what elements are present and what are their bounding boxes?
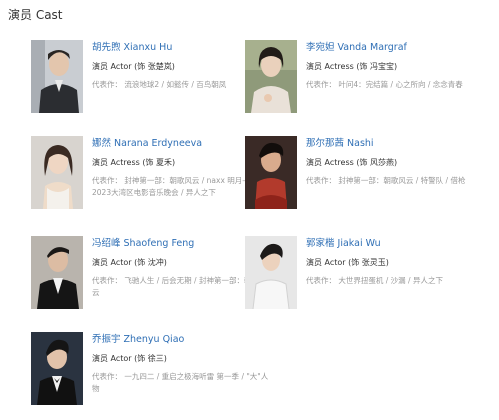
cast-info: 那尔那茜 Nashi 演员 Actress (饰 风莎燕) 代表作： 封神第一部… xyxy=(306,138,484,187)
cast-role: 演员 Actor (饰 沈冲) xyxy=(92,258,167,267)
cast-info: 郭家楷 Jiakai Wu 演员 Actor (饰 张灵玉) 代表作： 大世界扭… xyxy=(306,238,484,287)
cast-name-link[interactable]: 李宛妲 Vanda Margraf xyxy=(306,42,484,54)
cast-name-link[interactable]: 那尔那茜 Nashi xyxy=(306,138,484,150)
cast-photo[interactable] xyxy=(31,40,83,113)
cast-photo[interactable] xyxy=(245,236,297,309)
cast-card: 胡先煦 Xianxu Hu 演员 Actor (饰 张楚岚) 代表作： 流浪地球… xyxy=(31,40,271,120)
cast-photo[interactable] xyxy=(31,136,83,209)
cast-role: 演员 Actor (饰 徐三) xyxy=(92,354,167,363)
cast-photo[interactable] xyxy=(245,136,297,209)
cast-role: 演员 Actor (饰 张楚岚) xyxy=(92,62,175,71)
cast-name-link[interactable]: 胡先煦 Xianxu Hu xyxy=(92,42,270,54)
cast-works: 代表作： 一九四二 / 重启之极海听雷 第一季 / "大"人物 xyxy=(92,372,269,393)
cast-info: 娜然 Narana Erdyneeva 演员 Actress (饰 夏禾) 代表… xyxy=(92,138,270,199)
cast-role: 演员 Actress (饰 冯宝宝) xyxy=(306,62,398,71)
cast-name-link[interactable]: 冯绍峰 Shaofeng Feng xyxy=(92,238,270,250)
cast-name-link[interactable]: 乔振宇 Zhenyu Qiao xyxy=(92,334,270,346)
cast-page: 演员 Cast 胡先煦 Xianxu Hu 演员 Actor (饰 张楚岚) 代… xyxy=(0,0,499,420)
cast-role: 演员 Actress (饰 夏禾) xyxy=(92,158,176,167)
cast-works: 代表作： 飞驰人生 / 后会无期 / 封神第一部：朝歌风云 xyxy=(92,276,267,297)
cast-card: 李宛妲 Vanda Margraf 演员 Actress (饰 冯宝宝) 代表作… xyxy=(245,40,485,120)
cast-name-link[interactable]: 郭家楷 Jiakai Wu xyxy=(306,238,484,250)
cast-role: 演员 Actress (饰 风莎燕) xyxy=(306,158,398,167)
cast-info: 胡先煦 Xianxu Hu 演员 Actor (饰 张楚岚) 代表作： 流浪地球… xyxy=(92,42,270,91)
cast-card: 乔振宇 Zhenyu Qiao 演员 Actor (饰 徐三) 代表作： 一九四… xyxy=(31,332,271,412)
cast-info: 李宛妲 Vanda Margraf 演员 Actress (饰 冯宝宝) 代表作… xyxy=(306,42,484,91)
cast-works: 代表作： 大世界扭蛋机 / 沙漏 / 异人之下 xyxy=(306,276,443,285)
cast-info: 乔振宇 Zhenyu Qiao 演员 Actor (饰 徐三) 代表作： 一九四… xyxy=(92,334,270,395)
cast-works: 代表作： 叶问4：完结篇 / 心之所向 / 念念青春 xyxy=(306,80,463,89)
cast-works: 代表作： 封神第一部：朝歌风云 / 特警队 / 借枪 xyxy=(306,176,466,185)
cast-name-link[interactable]: 娜然 Narana Erdyneeva xyxy=(92,138,270,150)
cast-info: 冯绍峰 Shaofeng Feng 演员 Actor (饰 沈冲) 代表作： 飞… xyxy=(92,238,270,299)
cast-photo[interactable] xyxy=(31,332,83,405)
cast-works: 代表作： 流浪地球2 / 如懿传 / 百鸟朝凤 xyxy=(92,80,227,89)
section-title: 演员 Cast xyxy=(8,8,63,22)
cast-works: 代表作： 封神第一部：朝歌风云 / naxx 明月——2023大湾区电影音乐晚会… xyxy=(92,176,258,197)
cast-card: 郭家楷 Jiakai Wu 演员 Actor (饰 张灵玉) 代表作： 大世界扭… xyxy=(245,236,485,316)
cast-photo[interactable] xyxy=(245,40,297,113)
cast-role: 演员 Actor (饰 张灵玉) xyxy=(306,258,389,267)
cast-card: 冯绍峰 Shaofeng Feng 演员 Actor (饰 沈冲) 代表作： 飞… xyxy=(31,236,271,316)
cast-photo[interactable] xyxy=(31,236,83,309)
cast-card: 娜然 Narana Erdyneeva 演员 Actress (饰 夏禾) 代表… xyxy=(31,136,271,216)
cast-card: 那尔那茜 Nashi 演员 Actress (饰 风莎燕) 代表作： 封神第一部… xyxy=(245,136,485,216)
